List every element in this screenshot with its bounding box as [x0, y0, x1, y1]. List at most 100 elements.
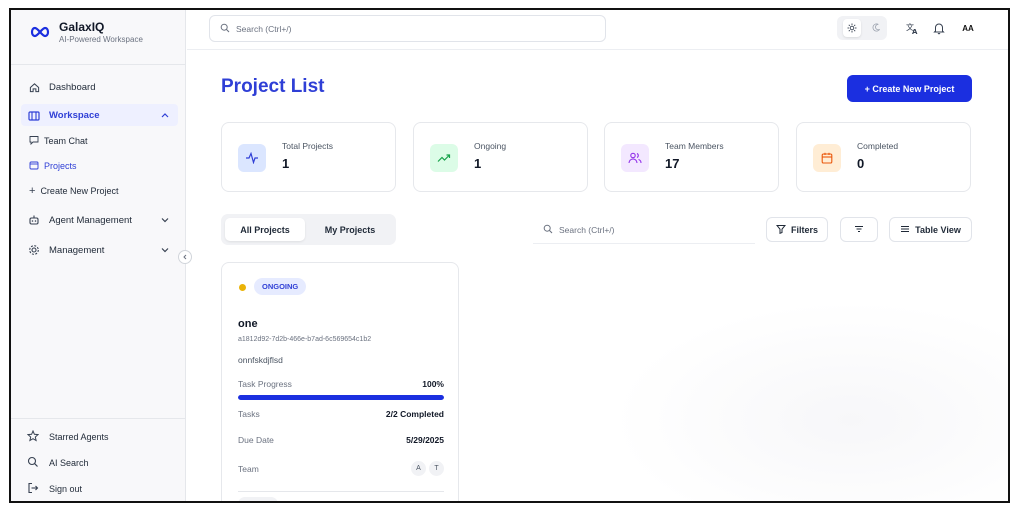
tasks-label: Tasks — [238, 409, 260, 419]
stat-card-total-projects: Total Projects 1 — [221, 122, 396, 192]
tasks-value: 2/2 Completed — [385, 409, 444, 419]
avatar[interactable]: AA — [957, 17, 979, 39]
topbar: Search (Ctrl+/) 文A AA — [187, 10, 1008, 50]
theme-toggle[interactable] — [837, 16, 887, 40]
background-shade — [611, 300, 1008, 500]
star-icon — [26, 429, 40, 444]
sidebar-item-create-project[interactable]: + Create New Project — [29, 185, 118, 197]
stat-card-ongoing: Ongoing 1 — [413, 122, 588, 192]
app-window: GalaxIQ AI-Powered Workspace Dashboard W… — [9, 8, 1010, 503]
avatar[interactable]: T — [429, 461, 444, 476]
stat-value: 17 — [665, 156, 680, 171]
filters-label: Filters — [790, 224, 818, 235]
search-icon — [220, 23, 230, 35]
stat-label: Completed — [857, 141, 899, 151]
card-action-pill[interactable] — [238, 497, 278, 501]
sidebar-item-label: AI Search — [49, 458, 89, 468]
project-name: one — [238, 318, 258, 330]
search-placeholder: Search (Ctrl+/) — [559, 225, 615, 235]
project-id: a1812d92-7d2b-466e-b7ad-6c569654c1b2 — [238, 336, 372, 343]
sidebar-item-label: Management — [49, 244, 105, 256]
sidebar-item-label: Sign out — [49, 484, 83, 494]
translate-icon[interactable]: 文A — [905, 21, 919, 35]
team-label: Team — [238, 463, 259, 474]
progress-fill — [238, 395, 444, 400]
chevron-up-icon — [160, 110, 170, 120]
sidebar-item-label: Team Chat — [44, 136, 88, 146]
sidebar-item-label: Agent Management — [49, 214, 132, 226]
robot-icon — [27, 213, 41, 227]
progress-bar — [238, 395, 444, 400]
brand-title: GalaxIQ — [59, 20, 105, 34]
global-search-input[interactable]: Search (Ctrl+/) — [209, 15, 606, 42]
status-badge: ONGOING — [254, 278, 307, 295]
page-title: Project List — [221, 76, 325, 97]
project-description: onnfskdjflsd — [238, 355, 283, 365]
sidebar-item-label: Workspace — [49, 109, 100, 121]
sidebar-item-management[interactable]: Management — [21, 239, 178, 261]
sidebar-item-workspace[interactable]: Workspace — [21, 104, 178, 126]
search-placeholder: Search (Ctrl+/) — [236, 23, 292, 34]
brand[interactable]: GalaxIQ AI-Powered Workspace — [29, 20, 143, 44]
tasks-row: Tasks 2/2 Completed — [238, 409, 444, 419]
stat-label: Total Projects — [282, 141, 334, 151]
project-search-input[interactable]: Search (Ctrl+/) — [533, 217, 755, 244]
sort-button[interactable] — [840, 217, 878, 242]
sun-icon[interactable] — [842, 19, 861, 37]
bell-icon[interactable] — [932, 21, 946, 35]
list-icon — [900, 225, 910, 235]
sidebar-item-starred-agents[interactable]: Starred Agents — [26, 429, 109, 444]
home-icon — [27, 80, 41, 94]
sidebar-collapse-button[interactable] — [178, 250, 192, 264]
sidebar-item-ai-search[interactable]: AI Search — [27, 456, 89, 470]
project-tabs: All Projects My Projects — [221, 214, 396, 245]
avatar[interactable]: A — [411, 461, 426, 476]
sidebar-item-projects[interactable]: Projects — [29, 160, 77, 172]
moon-icon[interactable] — [872, 19, 881, 37]
calendar-icon — [813, 144, 841, 172]
tab-my-projects[interactable]: My Projects — [309, 218, 391, 241]
due-date-row: Due Date 5/29/2025 — [238, 435, 444, 445]
progress-label: Task Progress — [238, 379, 292, 389]
chevron-down-icon — [160, 245, 170, 255]
sidebar-item-sign-out[interactable]: Sign out — [27, 482, 82, 496]
stat-label: Ongoing — [474, 141, 507, 151]
due-date-label: Due Date — [238, 435, 274, 445]
sidebar-item-label: Starred Agents — [49, 432, 109, 442]
sidebar-item-label: Dashboard — [49, 81, 96, 93]
svg-text:A: A — [912, 28, 918, 35]
workspace-icon — [27, 108, 41, 122]
divider — [238, 491, 444, 492]
sort-icon — [854, 225, 864, 235]
team-avatars: A T — [411, 461, 444, 476]
create-project-button[interactable]: + Create New Project — [847, 75, 972, 102]
search-icon — [543, 224, 553, 236]
stat-card-completed: Completed 0 — [796, 122, 971, 192]
sidebar-item-dashboard[interactable]: Dashboard — [21, 76, 178, 98]
projects-icon — [29, 160, 39, 172]
trending-up-icon — [430, 144, 458, 172]
activity-icon — [238, 144, 266, 172]
divider — [11, 64, 185, 65]
sidebar-item-agent-management[interactable]: Agent Management — [21, 209, 178, 231]
table-view-button[interactable]: Table View — [889, 217, 972, 242]
tab-all-projects[interactable]: All Projects — [225, 218, 305, 241]
sidebar-item-label: Projects — [44, 161, 77, 171]
users-icon — [621, 144, 649, 172]
stat-value: 1 — [282, 156, 290, 171]
divider — [11, 418, 185, 419]
project-card[interactable]: ONGOING one a1812d92-7d2b-466e-b7ad-6c56… — [221, 262, 459, 501]
due-date-value: 5/29/2025 — [406, 435, 444, 445]
table-view-label: Table View — [915, 224, 961, 235]
plus-icon: + — [29, 185, 36, 197]
sign-out-icon — [27, 482, 39, 496]
chevron-down-icon — [160, 215, 170, 225]
infinity-logo-icon — [29, 21, 51, 43]
stat-value: 1 — [474, 156, 482, 171]
sidebar-item-team-chat[interactable]: Team Chat — [29, 135, 88, 147]
progress-value: 100% — [422, 379, 444, 389]
progress-row: Task Progress 100% — [238, 379, 444, 389]
status-dot — [239, 284, 246, 291]
sidebar-item-label: Create New Project — [40, 186, 119, 196]
filters-button[interactable]: Filters — [766, 217, 828, 242]
